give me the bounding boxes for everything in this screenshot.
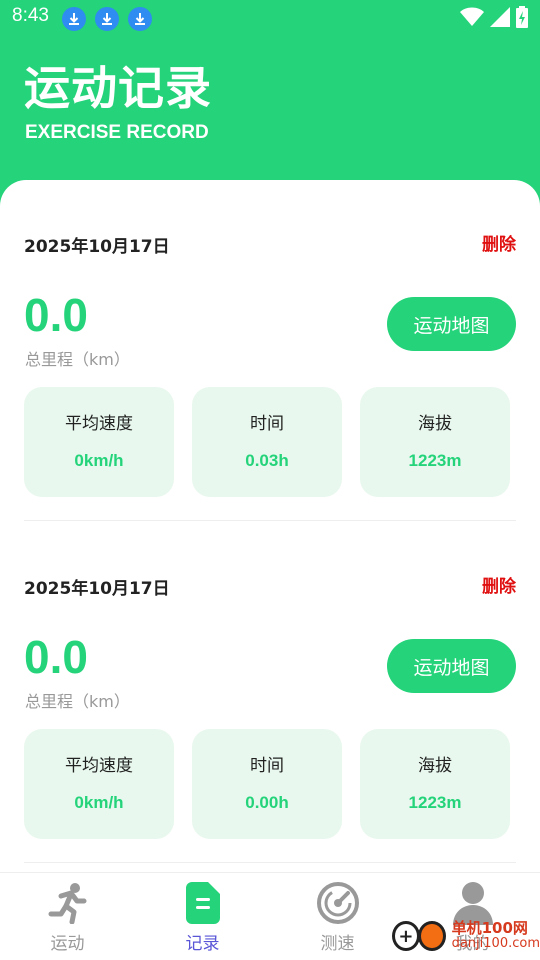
battery-charging-icon (516, 6, 528, 28)
delete-button[interactable]: 删除 (482, 572, 516, 597)
watermark: + 单机100网 danji100.com (392, 912, 540, 960)
stat-avg-speed: 平均速度 0km/h (24, 387, 174, 497)
stat-value: 0.03h (245, 451, 289, 470)
distance-label: 总里程（km） (25, 692, 130, 711)
nav-item-exercise[interactable]: 运动 (0, 873, 135, 960)
wifi-icon (460, 7, 484, 26)
plus-logo-icon: + (392, 921, 420, 951)
nav-item-speed[interactable]: 测速 (270, 873, 405, 960)
stat-altitude: 海拔 1223m (360, 387, 510, 497)
stat-value: 0km/h (74, 793, 124, 812)
stat-label: 海拔 (418, 414, 452, 434)
stat-time: 时间 0.00h (192, 729, 342, 839)
stat-time: 时间 0.03h (192, 387, 342, 497)
stat-label: 平均速度 (65, 756, 133, 776)
stat-label: 时间 (250, 414, 284, 434)
stat-avg-speed: 平均速度 0km/h (24, 729, 174, 839)
running-icon (46, 881, 90, 925)
stat-value: 1223m (408, 451, 462, 470)
watermark-name: 单机100网 (451, 919, 528, 937)
status-bar: 8:43 (0, 0, 540, 36)
watermark-url: danji100.com (451, 936, 540, 951)
download-icon (62, 7, 86, 31)
stat-value: 0.00h (245, 793, 289, 812)
distance-label: 总里程（km） (25, 350, 130, 369)
orange-circle-icon (417, 921, 446, 951)
divider (24, 862, 516, 863)
status-time: 8:43 (12, 5, 49, 26)
record-card: 2025年10月17日 删除 0.0 总里程（km） 运动地图 平均速度 0km… (0, 522, 540, 864)
record-date: 2025年10月17日 (24, 579, 170, 599)
stat-value: 0km/h (74, 451, 124, 470)
exercise-map-button[interactable]: 运动地图 (387, 639, 516, 693)
stat-label: 时间 (250, 756, 284, 776)
nav-label: 运动 (50, 934, 85, 954)
divider (24, 520, 516, 521)
stat-label: 平均速度 (65, 414, 133, 434)
page-title: 运动记录 (24, 61, 212, 115)
nav-label: 记录 (185, 934, 220, 954)
stat-value: 1223m (408, 793, 462, 812)
speedometer-icon (316, 881, 360, 925)
download-icon (95, 7, 119, 31)
record-date: 2025年10月17日 (24, 237, 170, 257)
delete-button[interactable]: 删除 (482, 230, 516, 255)
nav-item-records[interactable]: 记录 (135, 873, 270, 960)
records-list[interactable]: 2025年10月17日 删除 0.0 总里程（km） 运动地图 平均速度 0km… (0, 180, 540, 880)
distance-value: 0.0 (24, 631, 88, 683)
exercise-map-button[interactable]: 运动地图 (387, 297, 516, 351)
page-subtitle: EXERCISE RECORD (25, 122, 209, 143)
document-icon (181, 881, 225, 925)
download-icon (128, 7, 152, 31)
distance-value: 0.0 (24, 289, 88, 341)
stat-label: 海拔 (418, 756, 452, 776)
nav-label: 测速 (320, 934, 355, 954)
record-card: 2025年10月17日 删除 0.0 总里程（km） 运动地图 平均速度 0km… (0, 180, 540, 522)
signal-icon (490, 7, 510, 27)
stat-altitude: 海拔 1223m (360, 729, 510, 839)
